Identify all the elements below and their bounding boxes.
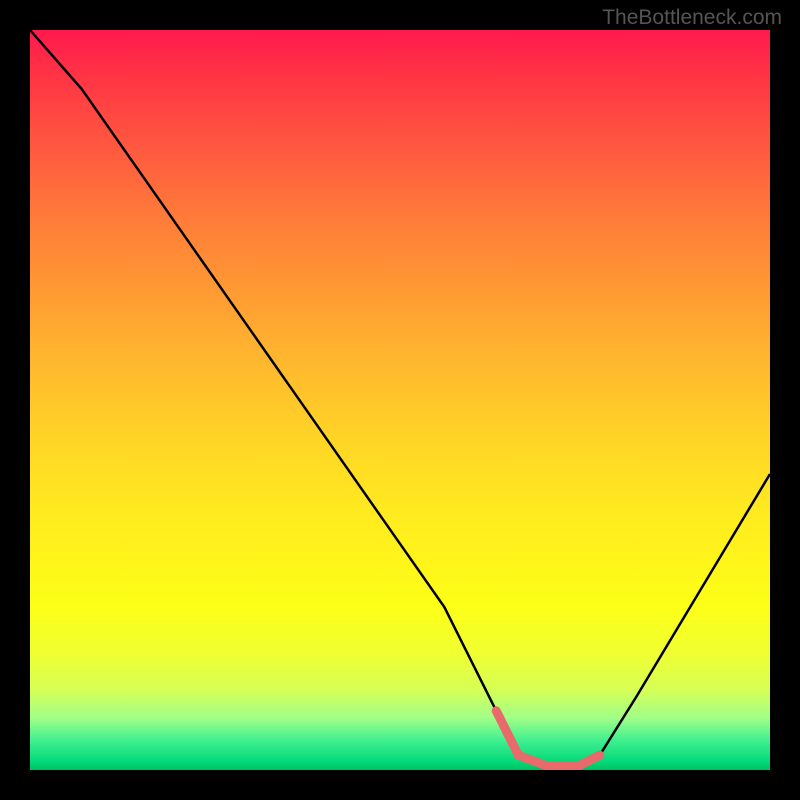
chart-plot-area xyxy=(30,30,770,770)
chart-svg xyxy=(30,30,770,770)
watermark-text: TheBottleneck.com xyxy=(602,6,782,30)
optimal-range-highlight xyxy=(496,711,600,767)
bottleneck-curve xyxy=(30,30,770,766)
